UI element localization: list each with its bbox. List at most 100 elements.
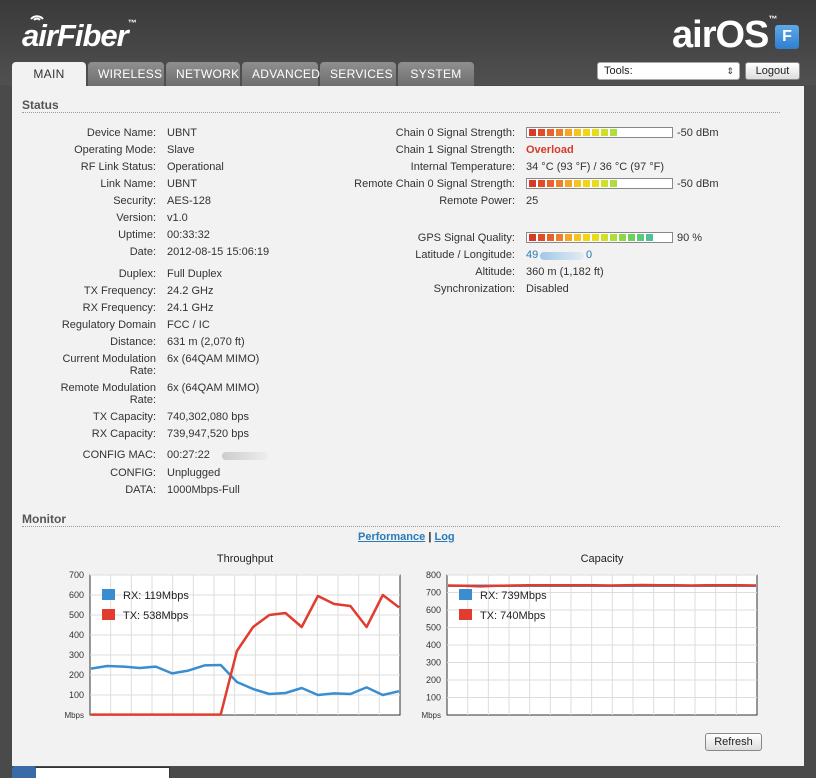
tab-services[interactable]: SERVICES xyxy=(320,62,396,86)
y-tick-label: 700 xyxy=(69,570,84,580)
legend-swatch xyxy=(102,589,115,600)
airfiber-logo: airFiber™ xyxy=(22,18,137,53)
remote-power-label: Remote Power: xyxy=(439,195,515,207)
tab-network[interactable]: NETWORK xyxy=(166,62,240,86)
y-tick-label: 400 xyxy=(426,640,441,650)
signal-segment xyxy=(610,180,617,187)
status-value: 00:33:32 xyxy=(167,229,210,241)
sync-label: Synchronization: xyxy=(433,283,515,295)
status-label: Distance: xyxy=(40,336,156,348)
status-value: Full Duplex xyxy=(167,268,223,280)
legend-swatch xyxy=(459,589,472,600)
status-value: UBNT xyxy=(167,178,197,190)
gps-label: GPS Signal Quality: xyxy=(417,232,515,244)
status-label: DATA: xyxy=(40,484,156,496)
y-tick-label: 200 xyxy=(69,670,84,680)
signal-segment xyxy=(538,129,545,136)
signal-segment xyxy=(574,234,581,241)
status-value: Slave xyxy=(167,144,195,156)
status-label-line: Version: xyxy=(116,212,156,224)
y-axis-label: Mbps xyxy=(64,711,84,720)
status-label: Link Name: xyxy=(40,178,156,190)
tab-advanced[interactable]: ADVANCED xyxy=(242,62,320,86)
shield-icon xyxy=(12,766,36,778)
remote-chain0-label: Remote Chain 0 Signal Strength: xyxy=(354,178,515,190)
signal-segment xyxy=(601,234,608,241)
monitor-links: Performance | Log xyxy=(358,531,455,543)
status-label: Current Modulation Rate: xyxy=(40,353,156,377)
tab-system[interactable]: SYSTEM xyxy=(398,62,474,86)
legend-label: TX: 538Mbps xyxy=(123,610,189,622)
y-tick-label: 500 xyxy=(69,610,84,620)
signal-segment xyxy=(547,129,554,136)
signal-segment xyxy=(601,129,608,136)
gps-quality-bar xyxy=(526,232,673,243)
performance-link[interactable]: Performance xyxy=(358,531,425,543)
capacity-chart-title: Capacity xyxy=(580,553,624,565)
signal-segment xyxy=(619,234,626,241)
signal-segment xyxy=(565,234,572,241)
status-label-line: Remote Modulation xyxy=(60,382,156,394)
temperature-value: 34 °C (93 °F) / 36 °C (97 °F) xyxy=(526,161,665,173)
capacity-chart: 100 200 300 400 500 600 700 800 Mbps RX: 739Mbps T… xyxy=(421,570,758,720)
y-axis-label: Mbps xyxy=(421,711,441,720)
signal-segment xyxy=(529,180,536,187)
status-value: UBNT xyxy=(167,127,197,139)
temperature-label: Internal Temperature: xyxy=(410,161,515,173)
remote-power-value: 25 xyxy=(526,195,539,207)
tab-wireless[interactable]: WIRELESS xyxy=(88,62,164,86)
status-heading: Status xyxy=(22,98,59,112)
status-label-line: Date: xyxy=(129,246,156,258)
y-tick-label: 300 xyxy=(426,658,441,668)
signal-segment xyxy=(547,234,554,241)
signal-segment xyxy=(637,234,644,241)
longitude-value[interactable]: 0 xyxy=(586,249,592,261)
signal-segment xyxy=(529,234,536,241)
tab-main[interactable]: MAIN xyxy=(12,62,86,86)
y-tick-label: 600 xyxy=(426,605,441,615)
gps-value: 90 % xyxy=(677,232,703,244)
monitor-heading: Monitor xyxy=(22,512,66,526)
y-tick-label: 700 xyxy=(426,588,441,598)
y-tick-label: 600 xyxy=(69,590,84,600)
latitude-value[interactable]: 49 xyxy=(526,249,538,261)
redacted-coordinates xyxy=(540,252,584,260)
legend-swatch xyxy=(102,609,115,620)
status-label-line: Regulatory Domain xyxy=(61,319,156,331)
status-value: v1.0 xyxy=(167,212,188,224)
remote-chain0-signal-bar xyxy=(526,178,673,189)
y-tick-label: 800 xyxy=(426,570,441,580)
status-value: 740,302,080 bps xyxy=(167,411,249,423)
status-label-line: Operating Mode: xyxy=(74,144,156,156)
log-link[interactable]: Log xyxy=(434,531,454,543)
signal-segment xyxy=(547,180,554,187)
signal-segment xyxy=(529,129,536,136)
logout-button[interactable]: Logout xyxy=(745,62,800,80)
status-label-line: Distance: xyxy=(110,336,156,348)
chain1-value: Overload xyxy=(526,144,574,156)
tools-dropdown[interactable]: Tools: ⇕ xyxy=(597,62,740,80)
status-label-line: RX Frequency: xyxy=(82,302,156,314)
status-value: AES-128 xyxy=(167,195,212,207)
status-label-line: Rate: xyxy=(129,365,156,377)
y-tick-label: 100 xyxy=(69,690,84,700)
link-separator: | xyxy=(428,531,432,543)
signal-segment xyxy=(565,180,572,187)
signal-segment xyxy=(583,129,590,136)
monitor-divider xyxy=(22,526,780,527)
signal-segment xyxy=(610,234,617,241)
refresh-button[interactable]: Refresh xyxy=(705,733,762,751)
series-line xyxy=(447,583,757,588)
status-label-line: RF Link Status: xyxy=(80,161,156,173)
status-value: 24.1 GHz xyxy=(167,302,214,314)
firmware-badge: F xyxy=(775,25,799,49)
status-label: Remote Modulation Rate: xyxy=(40,382,156,406)
status-label-line: RX Capacity: xyxy=(91,428,156,440)
status-label-line: CONFIG: xyxy=(110,467,156,479)
signal-segment xyxy=(574,129,581,136)
status-label-line: Duplex: xyxy=(118,268,156,280)
signal-segment xyxy=(628,234,635,241)
status-value: FCC / IC xyxy=(167,319,210,331)
signal-segment xyxy=(565,129,572,136)
throughput-chart-title: Throughput xyxy=(216,553,274,565)
